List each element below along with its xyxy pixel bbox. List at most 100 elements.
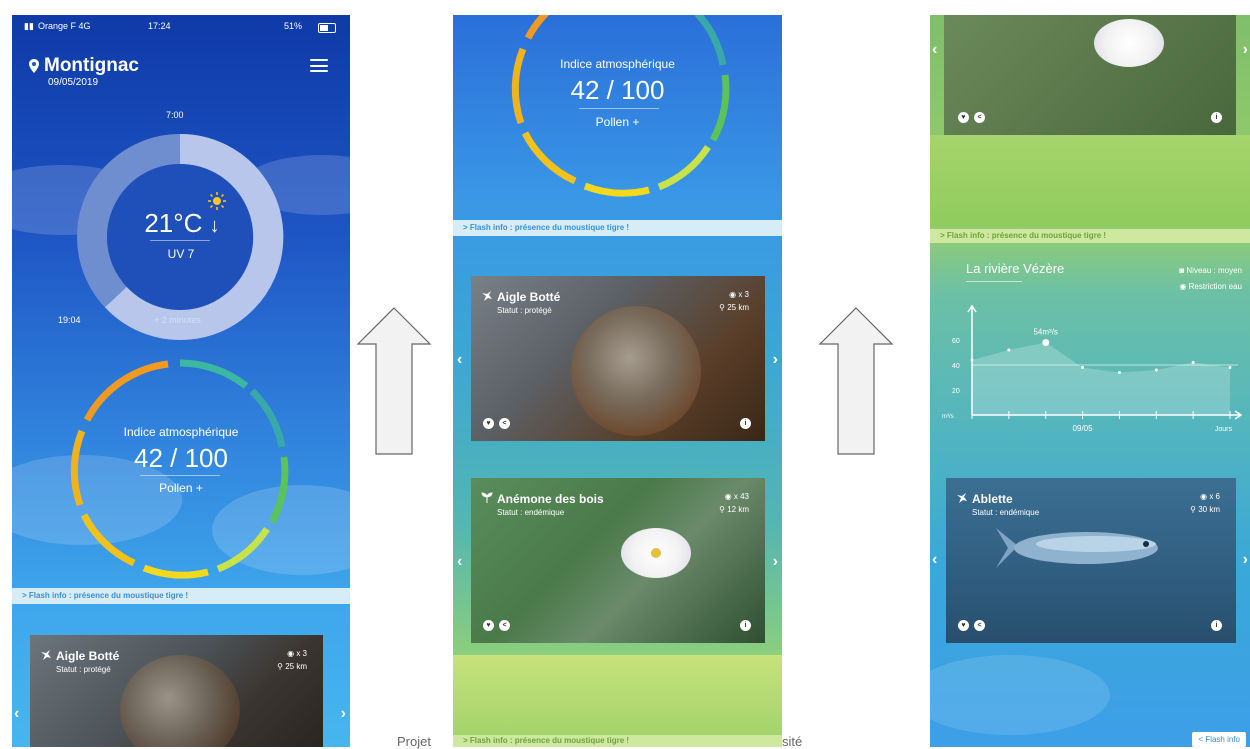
eye-icon: ◉ <box>724 492 734 501</box>
flash-info-banner[interactable]: > Flash info : présence du moustique tig… <box>453 220 782 236</box>
y-tick-label: 20 <box>952 388 960 395</box>
species-name: Ablette <box>972 492 1013 506</box>
chevron-left-icon[interactable]: ‹ <box>932 41 937 59</box>
data-point <box>1117 371 1121 374</box>
data-point <box>1191 361 1195 364</box>
flash-info-banner[interactable]: > Flash info : présence du moustique tig… <box>930 229 1250 243</box>
data-point <box>1228 366 1232 369</box>
sunset-time: 19:04 <box>58 315 81 325</box>
sightings-count: ◉ x 6 <box>1200 492 1220 501</box>
eye-icon: ◉ <box>287 649 297 658</box>
share-icon[interactable]: < <box>974 112 985 123</box>
info-icon[interactable]: i <box>740 418 751 429</box>
species-name: Aigle Botté <box>497 290 561 304</box>
y-tick-label: 40 <box>952 363 960 370</box>
peak-annotation: 54m³/s <box>1033 328 1057 337</box>
heart-icon[interactable]: ♥ <box>958 112 969 123</box>
share-icon[interactable]: < <box>499 418 510 429</box>
grass-decoration <box>930 135 1250 227</box>
distance: ⚲ 12 km <box>719 505 749 514</box>
pollen-label: Pollen + <box>159 481 203 495</box>
flower-center <box>651 548 661 558</box>
divider <box>579 108 659 109</box>
y-tick-label: 60 <box>952 338 960 345</box>
water-level-label: ◙ Niveau : moyen <box>1179 266 1242 275</box>
atmo-index-value: 42 / 100 <box>570 75 665 105</box>
fish-icon <box>957 493 967 503</box>
trend-down-icon: ↓ <box>209 215 220 237</box>
drop-icon: ◉ <box>1179 282 1189 291</box>
current-date: 09/05/2019 <box>48 77 99 88</box>
location-title[interactable]: Montignac <box>44 55 139 77</box>
species-status: Statut : endémique <box>972 508 1040 517</box>
phone-screen-home: ▮▮ Orange F 4G 17:24 51% Montignac 09/05… <box>12 15 350 747</box>
chevron-right-icon[interactable]: › <box>341 705 346 723</box>
chevron-right-icon[interactable]: › <box>773 553 778 571</box>
info-icon[interactable]: i <box>1211 112 1222 123</box>
pollen-label: Pollen + <box>595 115 640 129</box>
chevron-left-icon[interactable]: ‹ <box>457 553 462 571</box>
flash-info-banner[interactable]: > Flash info : présence du moustique tig… <box>453 735 782 747</box>
species-card[interactable]: ♥ < i <box>944 15 1236 135</box>
bird-icon <box>41 650 51 660</box>
temperature-value: 21°C ↓ <box>144 208 220 238</box>
pin-icon: ⚲ <box>277 662 286 671</box>
distance: ⚲ 25 km <box>277 662 307 671</box>
eagle-photo <box>571 306 701 436</box>
species-name: Aigle Botté <box>56 649 120 663</box>
x-tick-label: 09/05 <box>1073 424 1094 433</box>
flash-info-back-button[interactable]: < Flash info <box>1192 732 1246 747</box>
heart-icon[interactable]: ♥ <box>958 620 969 631</box>
arrow-up-icon <box>356 307 432 455</box>
eye-icon: ◉ <box>1200 492 1210 501</box>
chevron-left-icon[interactable]: ‹ <box>14 705 19 723</box>
info-icon[interactable]: i <box>1211 620 1222 631</box>
daylight-delta: + 2 minutes <box>154 315 201 325</box>
flash-info-banner[interactable]: > Flash info : présence du moustique tig… <box>12 588 350 604</box>
distance: ⚲ 25 km <box>719 303 749 312</box>
clock: 17:24 <box>148 21 171 31</box>
eagle-photo <box>120 655 240 747</box>
share-icon[interactable]: < <box>974 620 985 631</box>
battery-icon <box>318 23 336 33</box>
river-flow-chart: 54m³/s 60 40 20 m³/s 09/05 Jours <box>942 304 1243 433</box>
plant-icon <box>481 492 493 503</box>
species-card[interactable]: Ablette Statut : endémique ◉ x 6 ⚲ 30 km… <box>946 478 1236 643</box>
pin-icon: ⚲ <box>719 505 728 514</box>
heart-icon[interactable]: ♥ <box>483 418 494 429</box>
heart-icon[interactable]: ♥ <box>483 620 494 631</box>
signal-icon: ▮▮ <box>24 21 34 31</box>
info-icon[interactable]: i <box>740 620 751 631</box>
data-point <box>1154 368 1158 372</box>
atmo-index-title: Indice atmosphérique <box>123 425 239 439</box>
chevron-left-icon[interactable]: ‹ <box>457 351 462 369</box>
atmo-index-value: 42 / 100 <box>134 443 228 473</box>
sunrise-time: 7:00 <box>166 110 184 120</box>
river-title: La rivière Vézère <box>966 261 1065 276</box>
atmo-index-title: Indice atmosphérique <box>560 57 675 71</box>
phone-screen-scroll: Indice atmosphérique 42 / 100 Pollen + >… <box>453 15 782 747</box>
species-card[interactable]: Aigle Botté Statut : protégé ◉ x 3 ⚲ 25 … <box>471 276 765 441</box>
data-point <box>1081 366 1085 369</box>
carrier-label: Orange F 4G <box>38 21 91 31</box>
data-point <box>1042 339 1050 346</box>
species-status: Statut : protégé <box>56 665 111 674</box>
species-status: Statut : protégé <box>497 306 552 315</box>
sightings-count: ◉ x 3 <box>287 649 307 658</box>
x-axis-label: Jours <box>1215 426 1233 433</box>
share-icon[interactable]: < <box>499 620 510 631</box>
sightings-count: ◉ x 43 <box>724 492 749 501</box>
bleak-fish-photo <box>996 528 1158 568</box>
chevron-right-icon[interactable]: › <box>773 351 778 369</box>
data-point <box>1007 348 1011 352</box>
species-card[interactable]: Aigle Botté Statut : protégé ◉ x 3 ⚲ 25 … <box>30 635 323 747</box>
chevron-right-icon[interactable]: › <box>1243 41 1248 59</box>
chevron-left-icon[interactable]: ‹ <box>932 551 937 569</box>
chevron-right-icon[interactable]: › <box>1243 551 1248 569</box>
species-card[interactable]: Anémone des bois Statut : endémique ◉ x … <box>471 478 765 643</box>
water-restriction-label: ◉ Restriction eau <box>1179 282 1242 291</box>
status-bar: ▮▮ Orange F 4G 17:24 51% <box>12 21 350 35</box>
hamburger-menu-icon[interactable] <box>310 59 328 72</box>
location-pin-icon <box>29 59 39 73</box>
flow-area <box>972 342 1230 415</box>
